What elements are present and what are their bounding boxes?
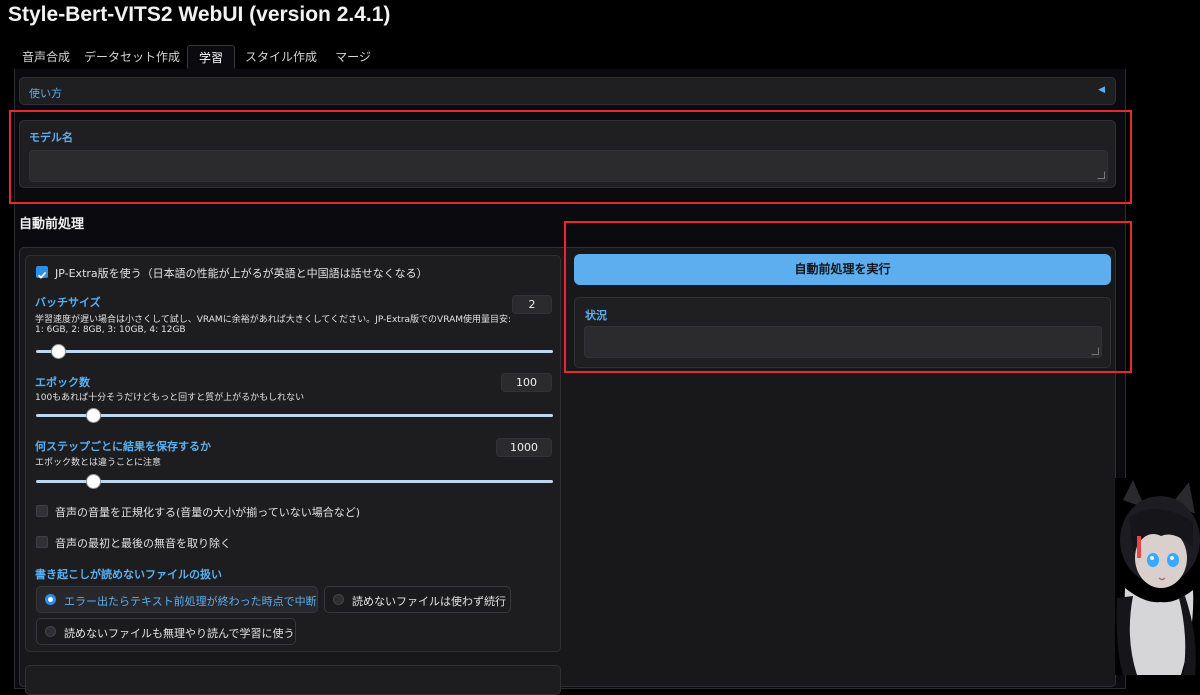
- normalize-checkbox[interactable]: [36, 505, 48, 517]
- status-output[interactable]: [584, 326, 1102, 358]
- epochs-label: エポック数: [35, 376, 90, 389]
- trim-checkbox[interactable]: [36, 536, 48, 548]
- radio-skip-unreadable[interactable]: 読めないファイルは使わず続行: [324, 586, 511, 613]
- save-steps-label: 何ステップごとに結果を保存するか: [35, 440, 211, 453]
- model-name-block: モデル名: [19, 120, 1116, 188]
- next-settings-panel: [25, 665, 561, 695]
- triangle-left-icon: ◀: [1098, 85, 1105, 95]
- tab-merge[interactable]: マージ: [329, 45, 377, 69]
- batch-size-label: バッチサイズ: [35, 296, 101, 309]
- checkmark-icon: [37, 271, 47, 279]
- anime-character-icon: [1115, 478, 1200, 675]
- batch-size-number-input[interactable]: 2: [512, 295, 552, 314]
- save-steps-slider[interactable]: [36, 474, 553, 489]
- epochs-number-input[interactable]: 100: [501, 373, 552, 392]
- trim-label: 音声の最初と最後の無音を取り除く: [55, 537, 231, 550]
- radio-abort-on-error-label: エラー出たらテキスト前処理が終わった時点で中断: [64, 595, 317, 608]
- jp-extra-checkbox[interactable]: [36, 266, 48, 279]
- avatar: [1115, 478, 1200, 675]
- resize-grip-icon[interactable]: [1091, 347, 1099, 355]
- usage-accordion[interactable]: 使い方 ◀: [19, 77, 1116, 105]
- model-name-label: モデル名: [29, 131, 73, 144]
- preprocess-settings-panel: JP-Extra版を使う（日本語の性能が上がるが英語と中国語は話せなくなる） バ…: [25, 255, 561, 652]
- save-steps-info: エポック数とは違うことに注意: [35, 458, 162, 468]
- tab-training[interactable]: 学習: [187, 45, 235, 69]
- save-steps-number-input[interactable]: 1000: [496, 438, 552, 457]
- epochs-slider[interactable]: [36, 408, 553, 423]
- app-title: Style-Bert-VITS2 WebUI (version 2.4.1): [8, 3, 391, 26]
- unreadable-files-label: 書き起こしが読めないファイルの扱い: [35, 568, 222, 581]
- radio-force-read[interactable]: 読めないファイルも無理やり読んで学習に使う: [36, 618, 296, 645]
- batch-size-info: 学習速度が遅い場合は小さくして試し、VRAMに余裕があれば大きくしてください。J…: [35, 315, 512, 325]
- batch-size-slider[interactable]: [36, 344, 553, 359]
- radio-skip-unreadable-label: 読めないファイルは使わず続行: [352, 595, 506, 608]
- tab-speech-synthesis[interactable]: 音声合成: [20, 45, 72, 69]
- jp-extra-label: JP-Extra版を使う（日本語の性能が上がるが英語と中国語は話せなくなる）: [55, 267, 428, 280]
- status-label: 状況: [585, 309, 607, 322]
- save-steps-slider-thumb[interactable]: [86, 474, 101, 489]
- radio-selected-icon: [45, 594, 56, 605]
- tab-style-creation[interactable]: スタイル作成: [245, 45, 317, 69]
- usage-accordion-label: 使い方: [29, 87, 62, 100]
- batch-size-slider-thumb[interactable]: [51, 344, 66, 359]
- batch-size-info-vram: 1: 6GB, 2: 8GB, 3: 10GB, 4: 12GB: [35, 325, 186, 335]
- normalize-label: 音声の音量を正規化する(音量の大小が揃っていない場合など): [55, 506, 361, 519]
- radio-force-read-label: 読めないファイルも無理やり読んで学習に使う: [64, 627, 295, 640]
- epochs-slider-thumb[interactable]: [86, 408, 101, 423]
- auto-preprocess-heading: 自動前処理: [19, 217, 85, 232]
- radio-unselected-icon: [45, 626, 56, 637]
- tab-dataset-creation[interactable]: データセット作成: [84, 45, 180, 69]
- resize-grip-icon[interactable]: [1097, 171, 1105, 179]
- model-name-input[interactable]: [29, 150, 1108, 182]
- tab-bar: 音声合成 データセット作成 学習 スタイル作成 マージ: [14, 45, 1126, 70]
- run-preprocess-button[interactable]: 自動前処理を実行: [574, 254, 1111, 285]
- radio-abort-on-error[interactable]: エラー出たらテキスト前処理が終わった時点で中断: [36, 586, 318, 613]
- radio-unselected-icon: [333, 594, 344, 605]
- epochs-info: 100もあれば十分そうだけどもっと回すと質が上がるかもしれない: [35, 393, 305, 403]
- status-block: 状況: [574, 297, 1111, 368]
